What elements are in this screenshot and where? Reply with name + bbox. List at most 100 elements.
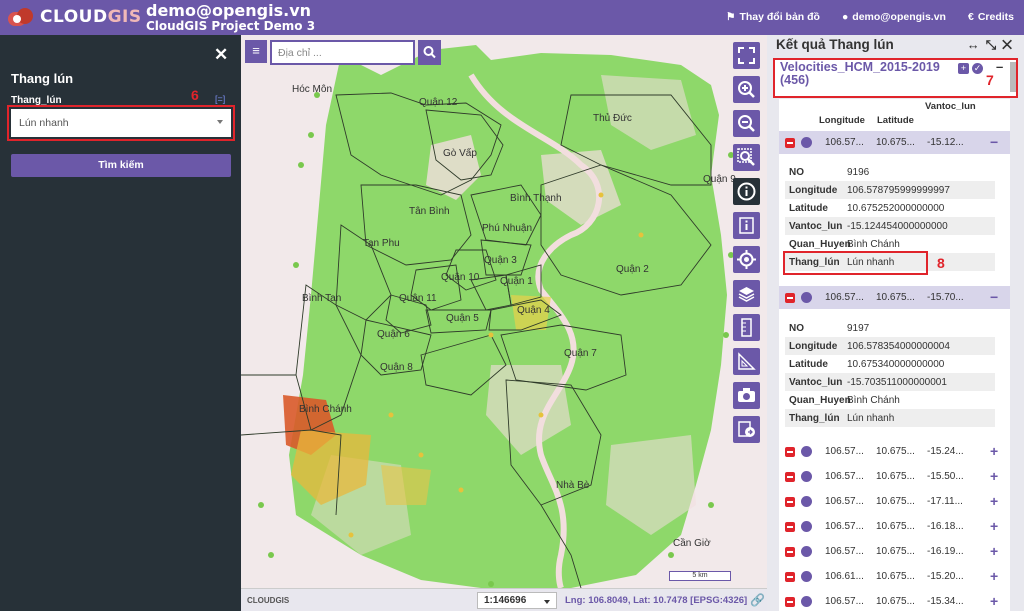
table-row[interactable]: 106.57... 10.675... -15.24... + [779,440,1010,463]
zoom-in-icon [738,81,755,98]
epsg-text: [EPSG:4326] [690,595,748,606]
detail-row: Longitude 106.578354000000004 [785,337,995,355]
delete-icon[interactable] [785,138,795,148]
place-label: Quận 10 [441,272,480,283]
change-map-label: Thay đổi bản đồ [739,11,820,23]
place-label: Bình Tan [302,293,342,304]
expand-row-icon[interactable]: + [990,468,998,484]
highlight-box [783,251,928,275]
identify-button[interactable] [733,178,760,205]
table-row[interactable]: 106.57... 10.675... -15.34... + [779,590,1010,611]
scrollbar[interactable] [1010,62,1016,92]
col-longitude: Longitude [819,115,865,126]
delete-icon[interactable] [785,472,795,482]
scale-bar: 5 km [669,571,731,581]
search-button[interactable]: Tìm kiếm [11,154,231,177]
delete-icon[interactable] [785,572,795,582]
expand-row-icon[interactable]: + [990,568,998,584]
table-row[interactable]: 106.57... 10.675... -15.70... − [779,286,1010,309]
cloudgis-logo[interactable]: CLOUDGIS [6,5,142,29]
place-label: Hóc Môn [292,84,333,95]
table-row[interactable]: 106.57... 10.675... -17.11... + [779,490,1010,513]
map-view[interactable]: ≡ Địa chỉ ... Hóc Môn Quận 12 Thủ Đức Gò… [241,35,767,611]
measure-area-button[interactable] [733,348,760,375]
thang-lun-select[interactable]: Lún nhanh [11,109,231,137]
zoom-out-icon [738,115,755,132]
table-row[interactable]: 106.57... 10.675... -16.18... + [779,515,1010,538]
layers-icon [738,287,755,302]
account-label: demo@opengis.vn [852,11,946,23]
cloud-icon [6,6,36,28]
check-icon[interactable] [801,521,812,532]
check-icon[interactable] [801,546,812,557]
col-latitude: Latitude [877,115,914,126]
check-icon[interactable] [801,292,812,303]
table-row[interactable]: 106.57... 10.675... -15.12... − [779,131,1010,154]
check-icon[interactable] [801,571,812,582]
header-user: demo@opengis.vn [146,1,312,20]
resize-icon[interactable]: ↔ [967,37,986,52]
coordinates-readout: Lng: 106.8049, Lat: 10.7478 [EPSG:4326] [565,595,747,606]
delete-icon[interactable] [785,597,795,607]
table-row[interactable]: 106.61... 10.675... -15.20... + [779,565,1010,588]
detail-row: Longitude 106.578795999999997 [785,181,995,199]
address-search-input[interactable]: Địa chỉ ... [270,40,415,65]
delete-icon[interactable] [785,547,795,557]
place-label: Quận 7 [564,348,597,359]
layers-button[interactable] [733,280,760,307]
place-label: Tân Bình [409,206,450,217]
info-box-icon [739,217,754,234]
expand-row-icon[interactable]: + [990,518,998,534]
results-table: Longitude Latitude Vantoc_lun 106.57... … [779,99,1010,611]
check-icon[interactable] [801,137,812,148]
check-icon[interactable] [801,596,812,607]
expand-row-icon[interactable]: + [990,443,998,459]
export-icon [738,421,755,437]
attribute-info-button[interactable] [733,212,760,239]
collapse-row-icon[interactable]: − [990,134,998,150]
delete-icon[interactable] [785,293,795,303]
place-label: Quận 9 [703,174,736,185]
locate-button[interactable] [733,246,760,273]
close-icon[interactable]: ✕ [1002,37,1018,52]
table-header: Longitude Latitude Vantoc_lun [779,99,1010,129]
add-icon[interactable]: + [958,63,969,74]
account-link[interactable]: ● demo@opengis.vn [842,11,946,23]
check-icon[interactable]: ✓ [972,63,983,74]
check-icon[interactable] [801,496,812,507]
field-operator[interactable]: [=] [215,94,225,104]
expand-row-icon[interactable]: + [990,543,998,559]
logo-text-b: GIS [107,7,142,27]
collapse-icon[interactable]: ⤡ [986,37,1002,52]
delete-icon[interactable] [785,497,795,507]
change-map-link[interactable]: ⚑ Thay đổi bản đồ [726,11,820,23]
zoom-out-button[interactable] [733,110,760,137]
export-button[interactable] [733,416,760,443]
close-icon[interactable]: ✕ [214,45,228,65]
zoom-box-button[interactable] [733,144,760,171]
detail-row: Vantoc_lun -15.124454000000000 [785,217,995,235]
full-extent-button[interactable] [733,42,760,69]
layer-name[interactable]: Velocities_HCM_2015-2019 (456) [780,61,940,87]
table-row[interactable]: 106.57... 10.675... -16.19... + [779,540,1010,563]
table-row[interactable]: 106.57... 10.675... -15.50... + [779,465,1010,488]
screenshot-button[interactable] [733,382,760,409]
link-icon[interactable]: 🔗 [750,593,765,607]
delete-icon[interactable] [785,447,795,457]
delete-icon[interactable] [785,522,795,532]
expand-row-icon[interactable]: + [990,493,998,509]
place-label: Quận 4 [517,305,550,316]
results-scrollbar[interactable] [1016,99,1022,611]
scale-select[interactable]: 1:146696 [477,592,557,609]
collapse-layer-icon[interactable]: – [996,59,1003,74]
menu-button[interactable]: ≡ [245,40,267,63]
place-label: Quận 11 [399,293,437,304]
expand-row-icon[interactable]: + [990,593,998,609]
zoom-in-button[interactable] [733,76,760,103]
search-submit-button[interactable] [418,40,441,65]
collapse-row-icon[interactable]: − [990,289,998,305]
check-icon[interactable] [801,446,812,457]
check-icon[interactable] [801,471,812,482]
credits-link[interactable]: € Credits [968,11,1014,23]
measure-length-button[interactable] [733,314,760,341]
